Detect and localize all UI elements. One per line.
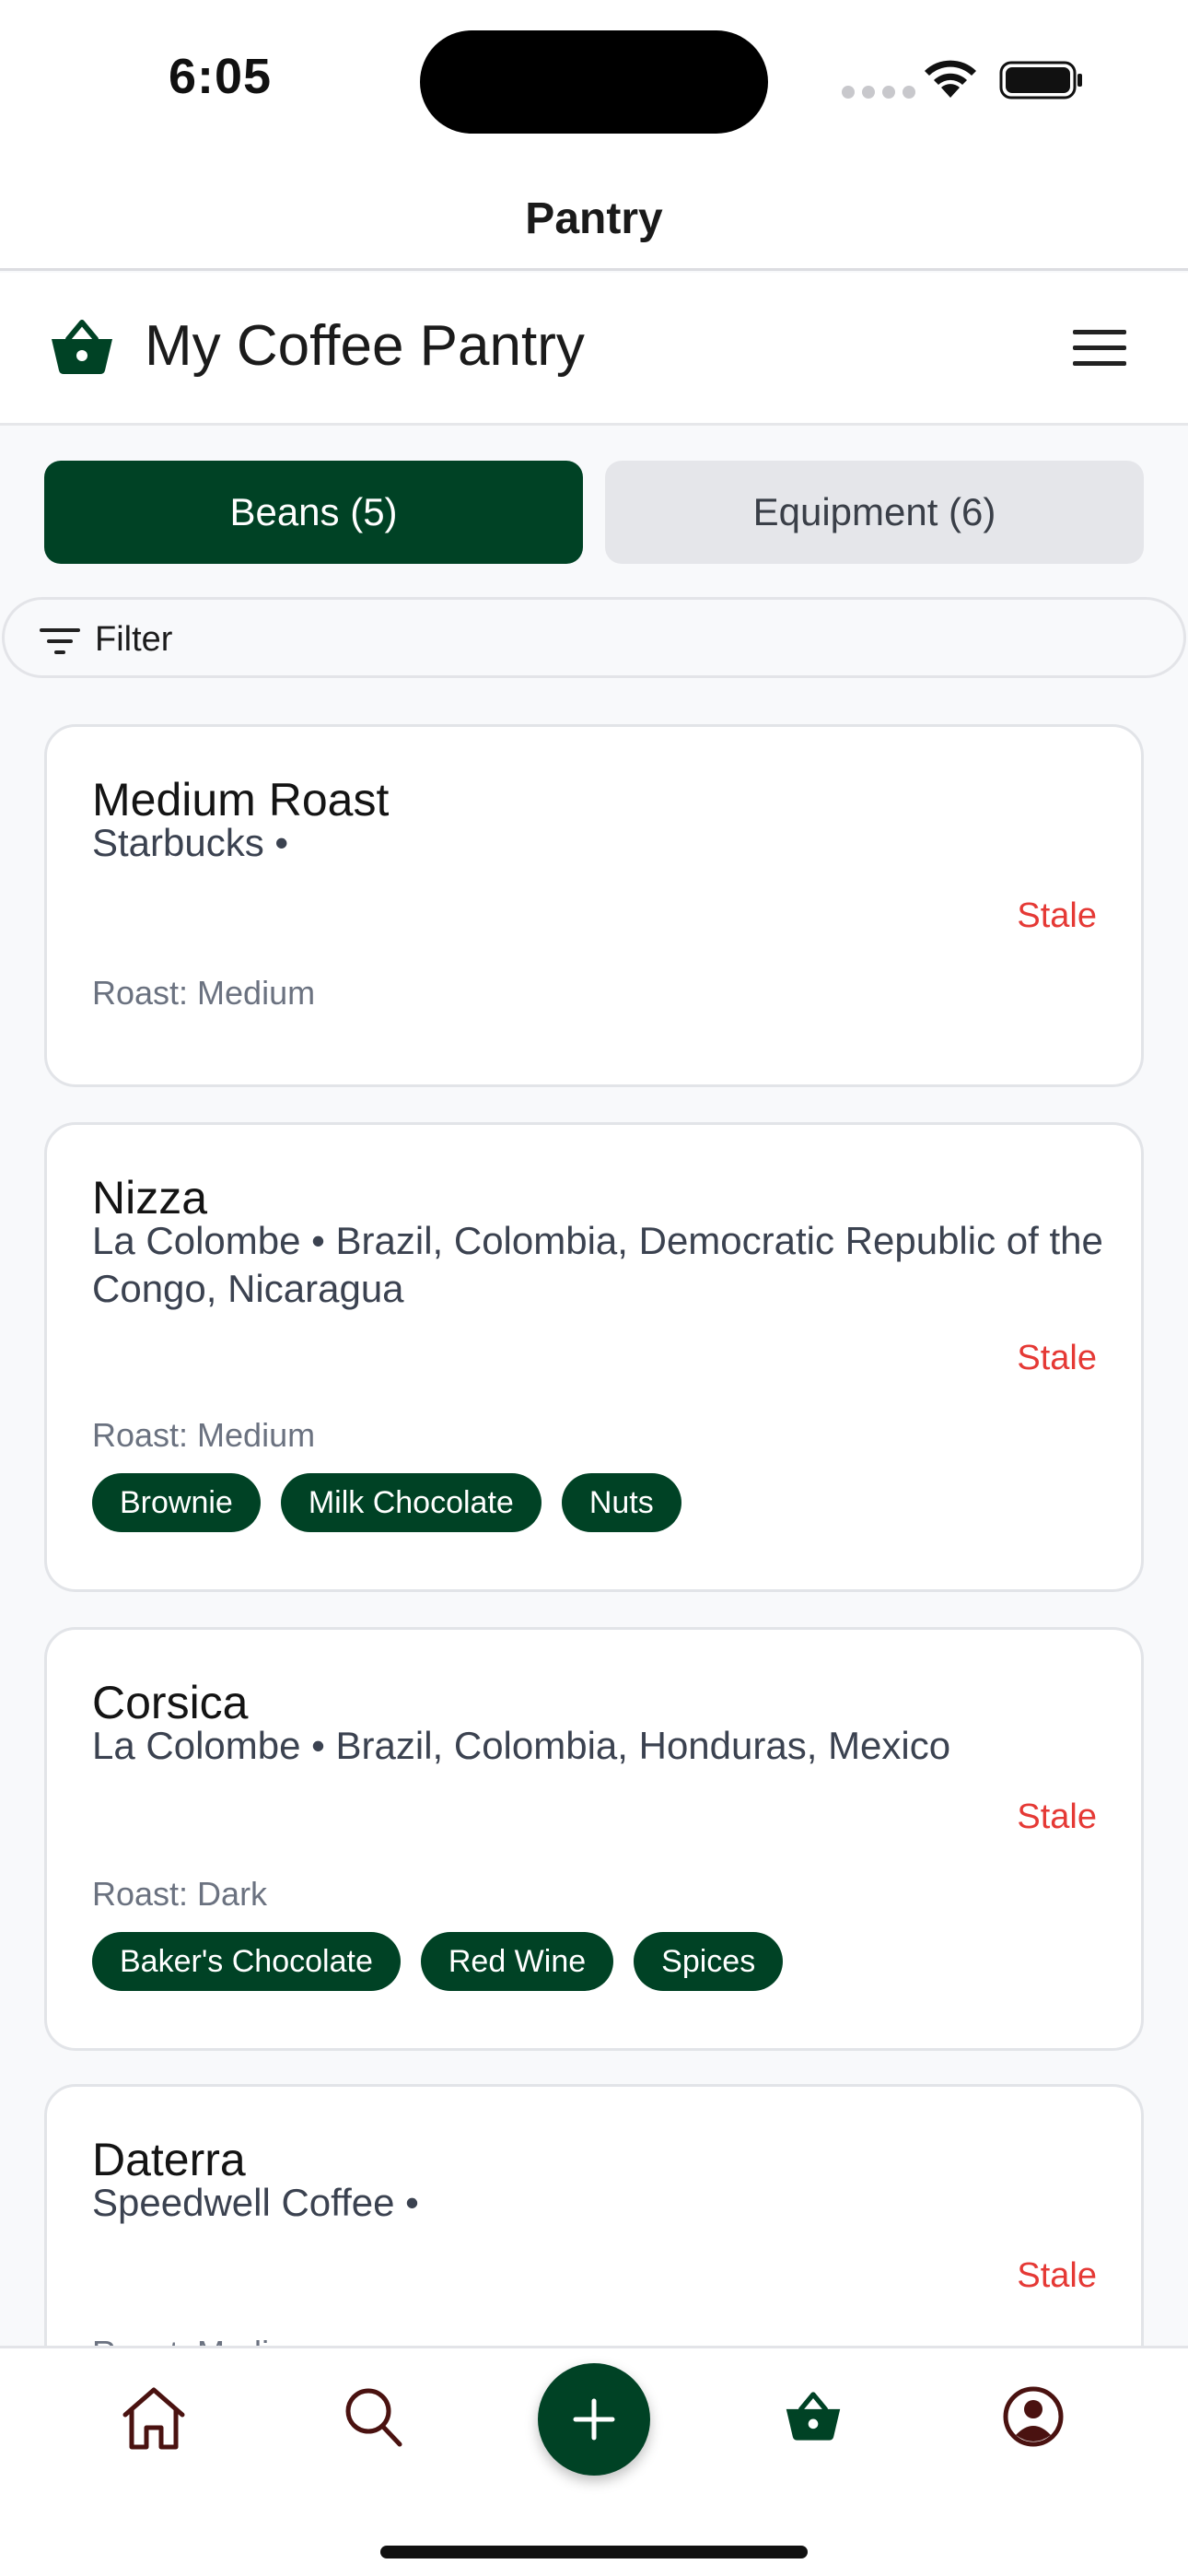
- bean-roaster-origin: La Colombe • Brazil, Colombia, Democrati…: [92, 1219, 1103, 1310]
- bean-roaster-origin: Starbucks •: [92, 821, 289, 864]
- filter-label: Filter: [95, 620, 173, 659]
- bean-card[interactable]: Corsica La Colombe • Brazil, Colombia, H…: [44, 1627, 1144, 2051]
- battery-icon: [999, 61, 1082, 100]
- add-bean-button[interactable]: [538, 2363, 650, 2476]
- filter-button[interactable]: Filter: [2, 597, 1186, 678]
- flavor-tag: Red Wine: [420, 1932, 614, 1991]
- dynamic-island: [420, 30, 768, 134]
- bean-card[interactable]: Daterra Speedwell Coffee • Stale Roast: …: [44, 2084, 1144, 2346]
- freshness-status: Stale: [1017, 2256, 1097, 2295]
- flavor-tag: Milk Chocolate: [280, 1473, 542, 1532]
- hamburger-menu-icon[interactable]: [1073, 326, 1126, 370]
- roast-level: Roast: Medium: [92, 1416, 316, 1454]
- navigation-bar: Pantry: [0, 157, 1188, 271]
- plus-icon: [573, 2398, 615, 2441]
- flavor-tag: Nuts: [561, 1473, 681, 1532]
- tab-equipment[interactable]: Equipment (6): [605, 461, 1144, 564]
- profile-icon[interactable]: [1002, 2385, 1065, 2448]
- status-bar: 6:05: [0, 0, 1188, 157]
- bean-roaster-origin: Speedwell Coffee •: [92, 2181, 419, 2224]
- filter-icon: [40, 628, 80, 654]
- home-indicator: [380, 2546, 808, 2558]
- freshness-status: Stale: [1017, 896, 1097, 935]
- flavor-tags: Brownie Milk Chocolate Nuts: [92, 1473, 681, 1532]
- bean-card[interactable]: Medium Roast Starbucks • Stale Roast: Me…: [44, 724, 1144, 1087]
- basket-logo-icon: [52, 320, 112, 374]
- wifi-icon: [925, 60, 976, 98]
- flavor-tag: Spices: [634, 1932, 784, 1991]
- flavor-tag: Brownie: [92, 1473, 261, 1532]
- flavor-tag: Baker's Chocolate: [92, 1932, 401, 1991]
- freshness-status: Stale: [1017, 1339, 1097, 1377]
- beans-list[interactable]: Medium Roast Starbucks • Stale Roast: Me…: [0, 724, 1188, 2346]
- roast-level: Roast: Medium: [92, 974, 316, 1012]
- roast-level: Roast: Medium: [92, 2334, 315, 2346]
- bean-roaster-origin: La Colombe • Brazil, Colombia, Honduras,…: [92, 1724, 951, 1767]
- roast-level: Roast: Dark: [92, 1875, 268, 1913]
- tab-beans[interactable]: Beans (5): [44, 461, 583, 564]
- search-icon[interactable]: [343, 2385, 403, 2448]
- flavor-tags: Baker's Chocolate Red Wine Spices: [92, 1932, 784, 1991]
- header-title: My Coffee Pantry: [145, 314, 585, 378]
- page-title: Pantry: [525, 194, 663, 243]
- bean-card[interactable]: Nizza La Colombe • Brazil, Colombia, Dem…: [44, 1122, 1144, 1592]
- cellular-signal-icon: [842, 86, 915, 99]
- basket-icon[interactable]: [785, 2389, 842, 2442]
- app-header: My Coffee Pantry: [0, 273, 1188, 426]
- home-icon[interactable]: [120, 2385, 188, 2452]
- status-time: 6:05: [169, 49, 273, 104]
- freshness-status: Stale: [1017, 1797, 1097, 1836]
- bottom-tab-bar: [0, 2346, 1188, 2576]
